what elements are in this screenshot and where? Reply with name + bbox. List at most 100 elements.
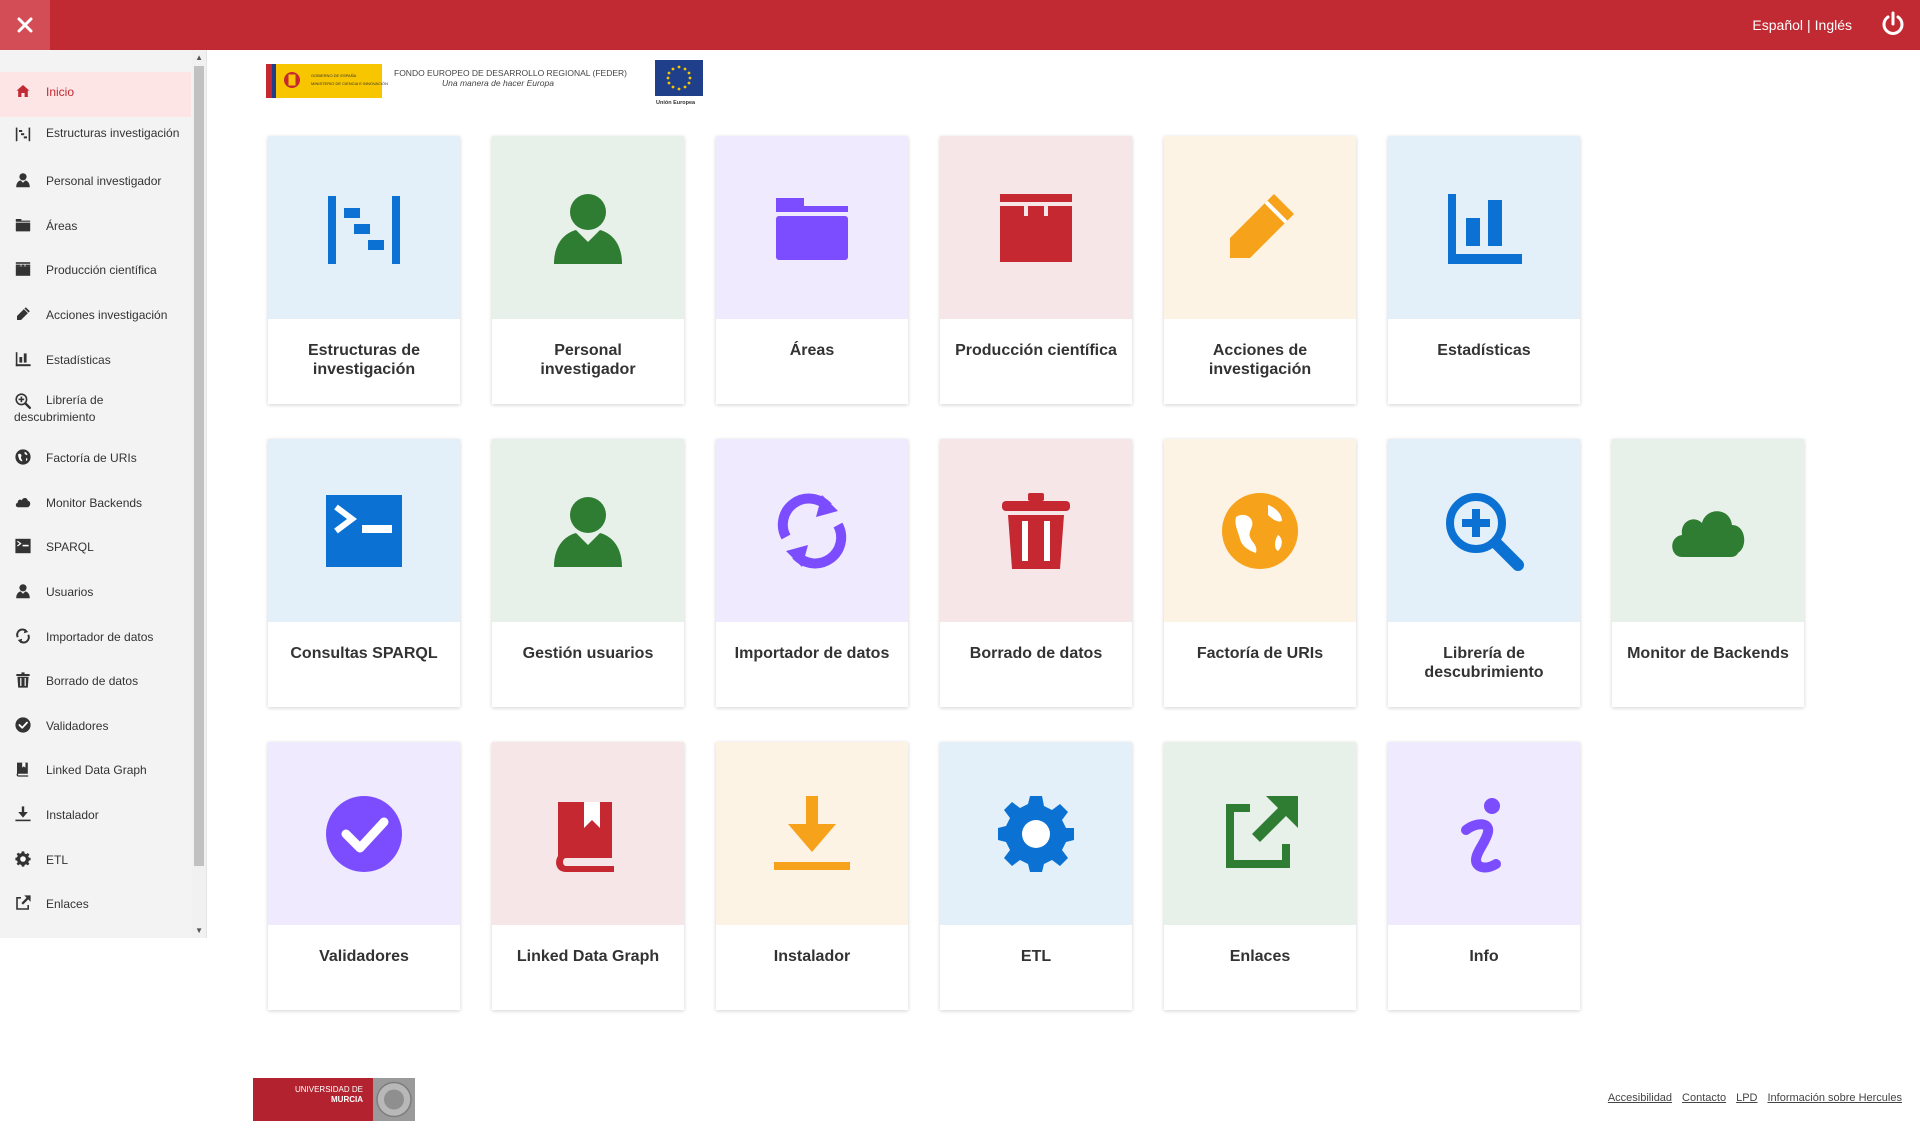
archive-icon [15, 262, 31, 277]
user-icon [15, 172, 31, 188]
tile-label: ETL [1020, 948, 1052, 965]
footer-links: Accesibilidad Contacto LPD Información sobr… [1598, 1092, 1902, 1104]
sidebar-item-label: Acciones investigación [46, 307, 168, 322]
cloud-icon [15, 494, 31, 510]
info-icon [1461, 797, 1501, 872]
terminal-icon [15, 539, 31, 554]
tile-card[interactable]: Factoría de URIs [1164, 439, 1356, 707]
sidebar-item[interactable]: Monitor Backends [0, 483, 191, 528]
sidebar-item-label: Factoría de URIs [46, 451, 137, 466]
tile-card[interactable]: Importador de datos [716, 439, 908, 707]
tile-card[interactable]: Producción científica [940, 136, 1132, 404]
scroll-up-icon[interactable]: ▲ [195, 53, 203, 62]
sidebar-item-label: ETL [46, 852, 69, 867]
sync-icon [15, 628, 31, 644]
sidebar-item-label: Producción científica [46, 263, 157, 278]
sidebar-item[interactable]: Producción científica [0, 250, 191, 295]
sidebar-menu: Inicio Estructuras investigación Personal … [0, 72, 191, 929]
feder-line2: Una manera de hacer Europa [442, 78, 554, 88]
check-circle-icon [15, 717, 31, 733]
tile-card[interactable]: Consultas SPARQL [268, 439, 460, 707]
tile-icon-area [1612, 439, 1804, 622]
tile-label: Enlaces [1229, 948, 1291, 965]
trash-icon [16, 672, 30, 688]
sidebar-item[interactable]: Importador de datos [0, 617, 191, 662]
footer-link[interactable]: LPD [1736, 1092, 1757, 1104]
sidebar-item-label: Personal investigador [46, 174, 162, 189]
sidebar-item[interactable]: Borrado de datos [0, 661, 191, 706]
footer-link[interactable]: Contacto [1682, 1092, 1726, 1104]
sidebar-scrollbar[interactable]: ▲ ▼ [192, 50, 206, 938]
tile-icon-area [716, 136, 908, 319]
sync-icon [16, 628, 30, 643]
tile-label: Borrado de datos [969, 645, 1103, 662]
sidebar-item[interactable]: SPARQL [0, 527, 191, 572]
sidebar-item[interactable]: Estadísticas [0, 340, 191, 385]
tile-icon-area [940, 136, 1132, 319]
lang-en-link[interactable]: Inglés [1815, 17, 1852, 33]
trash-icon [15, 672, 31, 688]
zoom-plus-icon [15, 393, 31, 410]
tile-card[interactable]: Info [1388, 742, 1580, 1010]
sidebar-item[interactable]: Inicio [0, 72, 191, 117]
tile-label: Acciones de investigación [1208, 342, 1312, 378]
sidebar-item[interactable]: Personal investigador [0, 161, 191, 206]
close-menu-button[interactable] [0, 0, 50, 50]
tile-card[interactable]: Acciones de investigación [1164, 136, 1356, 404]
tile-card[interactable]: Estadísticas [1388, 136, 1580, 404]
sidebar-item[interactable]: Validadores [0, 706, 191, 751]
sidebar-item[interactable]: Estructuras investigación [0, 117, 191, 162]
user-icon [16, 584, 30, 599]
external-link-icon [1226, 795, 1298, 868]
footer-link[interactable]: Información sobre Hercules [1767, 1092, 1902, 1104]
download-icon [15, 806, 31, 822]
tile-label: Consultas SPARQL [290, 645, 438, 662]
sidebar-item-label: Validadores [46, 718, 109, 733]
sidebar-item-label: Borrado de datos [46, 674, 139, 689]
sidebar-item[interactable]: Áreas [0, 206, 191, 251]
user-icon [16, 173, 30, 188]
scrollbar-thumb[interactable] [194, 66, 204, 866]
tile-card[interactable]: Instalador [716, 742, 908, 1010]
tile-icon-area [940, 439, 1132, 622]
sidebar-item[interactable]: Enlaces [0, 884, 191, 929]
terminal-icon [326, 494, 402, 567]
sidebar-item[interactable]: Instalador [0, 795, 191, 840]
tile-card[interactable]: Borrado de datos [940, 439, 1132, 707]
footer-link[interactable]: Accesibilidad [1608, 1092, 1672, 1104]
tile-card[interactable]: Gestión usuarios [492, 439, 684, 707]
tile-card[interactable]: Áreas [716, 136, 908, 404]
tile-icon-area [1388, 742, 1580, 925]
tile-card[interactable]: Validadores [268, 742, 460, 1010]
chart-icon [15, 351, 31, 367]
university-line1: UNIVERSIDAD DE [295, 1085, 363, 1094]
tile-card[interactable]: Personal investigador [492, 136, 684, 404]
tile-card[interactable]: Linked Data Graph [492, 742, 684, 1010]
pencil-icon [17, 307, 30, 320]
tile-card[interactable]: Librería de descubrimiento [1388, 439, 1580, 707]
sidebar-item[interactable]: Linked Data Graph [0, 750, 191, 795]
power-icon[interactable] [1880, 11, 1906, 37]
tile-icon-area [268, 136, 460, 319]
tile-card[interactable]: Estructuras de investigación [268, 136, 460, 404]
sync-icon [777, 493, 847, 568]
tile-icon-area [268, 742, 460, 925]
sidebar-item[interactable]: Factoría de URIs [0, 438, 191, 483]
scroll-down-icon[interactable]: ▼ [195, 926, 203, 935]
tile-icon-area [940, 742, 1132, 925]
home-icon [15, 83, 31, 99]
tile-label: Info [1469, 948, 1499, 965]
sidebar-item[interactable]: Acciones investigación [0, 295, 191, 340]
trash-icon [1002, 492, 1070, 569]
tile-card[interactable]: Enlaces [1164, 742, 1356, 1010]
lang-es-link[interactable]: Español [1752, 17, 1803, 33]
sidebar-item[interactable]: ETL [0, 840, 191, 885]
tile-card[interactable]: Monitor de Backends [1612, 439, 1804, 707]
sidebar-item[interactable]: Usuarios [0, 572, 191, 617]
sidebar-item-label: Importador de datos [46, 629, 154, 644]
tile-card[interactable]: ETL [940, 742, 1132, 1010]
sidebar-item[interactable]: Librería de descubrimiento [0, 384, 191, 438]
external-link-icon [15, 895, 31, 911]
globe-icon [1222, 492, 1298, 569]
tile-icon-area [492, 136, 684, 319]
